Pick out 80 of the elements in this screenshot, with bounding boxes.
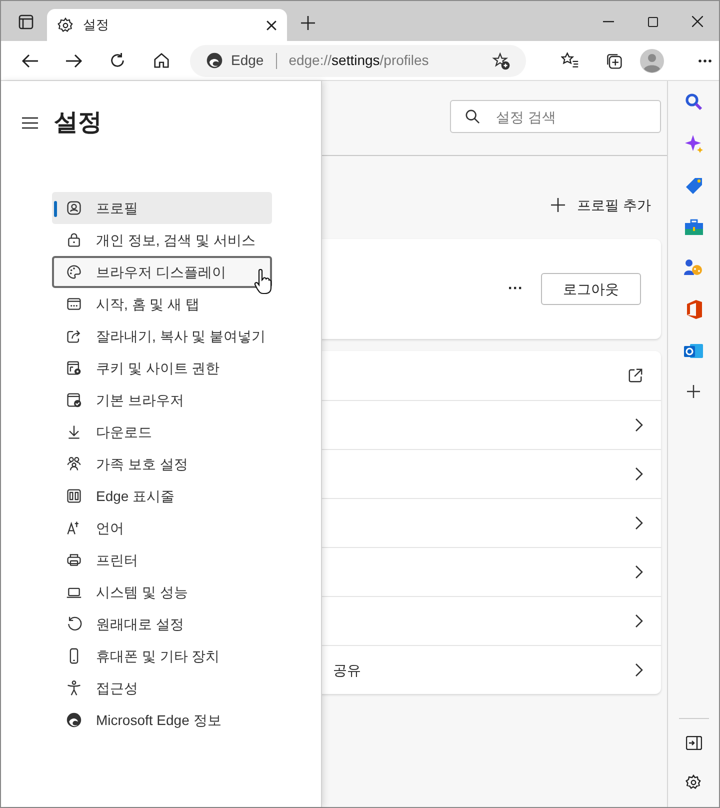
mail-app-icon[interactable] (684, 342, 703, 360)
nav-item[interactable]: 원래대로 설정 (52, 608, 272, 640)
office-logo-icon[interactable] (686, 300, 702, 319)
chevron-right-icon[interactable] (635, 614, 643, 628)
avatar-icon[interactable] (640, 48, 664, 72)
chevron-right-icon[interactable] (635, 516, 643, 530)
chevron-right-icon[interactable] (635, 418, 643, 432)
window-check-icon (66, 392, 82, 408)
printer-icon (66, 552, 82, 568)
chevron-right-icon[interactable] (635, 565, 643, 579)
lock-icon (66, 232, 82, 248)
home-icon[interactable] (153, 52, 170, 69)
window-gear-icon (66, 360, 82, 376)
external-link-icon[interactable] (628, 368, 643, 383)
nav-item[interactable]: 개인 정보, 검색 및 서비스 (52, 224, 272, 256)
toolbox-icon[interactable] (684, 219, 702, 235)
sparkle-icon[interactable] (684, 135, 702, 153)
close-icon[interactable] (266, 20, 277, 30)
drawer-title: 설정 (54, 108, 102, 138)
new-tab-icon[interactable] (300, 15, 316, 31)
favorites-icon[interactable] (561, 52, 579, 69)
settings-icon[interactable] (685, 774, 702, 791)
download-icon (66, 424, 82, 440)
row-label: 공유 (333, 660, 361, 680)
nav-item[interactable]: 쿠키 및 사이트 권한 (52, 352, 272, 384)
search-icon[interactable] (684, 93, 702, 111)
chevron-right-icon[interactable] (635, 663, 643, 677)
settings-icon (57, 16, 74, 34)
people-game-icon[interactable] (684, 259, 703, 276)
share-icon (66, 328, 82, 344)
forward-icon[interactable] (65, 52, 83, 68)
minimize-icon[interactable] (603, 21, 614, 23)
nav-item[interactable]: 프로필 (52, 192, 272, 224)
tab-title: 설정 (83, 16, 110, 34)
nav-item[interactable]: 휴대폰 및 기타 장치 (52, 640, 272, 672)
maximize-icon[interactable] (648, 17, 658, 27)
sidebar-toggle-icon[interactable] (686, 736, 702, 750)
tab-actions-icon[interactable] (18, 14, 34, 30)
nav-item[interactable]: 프린터 (52, 544, 272, 576)
nav-item[interactable]: 기본 브라우저 (52, 384, 272, 416)
nav-item[interactable]: 가족 보호 설정 (52, 448, 272, 480)
nav-item[interactable]: 브라우저 디스플레이 (52, 256, 272, 288)
nav-item[interactable]: Edge 표시줄 (52, 480, 272, 512)
accessibility-icon (66, 680, 82, 696)
plus-icon (551, 198, 566, 212)
chevron-right-icon[interactable] (635, 467, 643, 481)
window-icon (66, 296, 82, 312)
family-icon (66, 456, 82, 472)
nav-item[interactable]: 시작, 홈 및 새 탭 (52, 288, 272, 320)
profile-icon (66, 200, 82, 216)
palette-icon (66, 264, 82, 280)
hand-cursor-icon (254, 269, 272, 295)
swirl-logo-icon (206, 52, 223, 69)
sign-out-button[interactable]: 로그아웃 (541, 273, 641, 305)
favorite-add-icon[interactable] (492, 52, 510, 70)
swirl-logo-icon (66, 712, 82, 728)
search-field[interactable]: 설정 검색 (450, 100, 661, 133)
nav-item[interactable]: 잘라내기, 복사 및 붙여넣기 (52, 320, 272, 352)
close-icon[interactable] (692, 16, 703, 27)
nav-item[interactable]: 시스템 및 성능 (52, 576, 272, 608)
browser-tab[interactable]: 설정 (47, 9, 287, 41)
collections-icon[interactable] (605, 52, 623, 70)
nav-item[interactable]: 접근성 (52, 672, 272, 704)
search-icon (465, 109, 480, 124)
address-bar[interactable]: Edge edge://settings/profiles (190, 44, 526, 76)
nav-item[interactable]: 언어 (52, 512, 272, 544)
add-profile-button[interactable]: 프로필 추가 (551, 193, 651, 217)
site-label: Edge (231, 51, 264, 70)
sidebar-panel-icon (66, 488, 82, 504)
nav-item[interactable]: Microsoft Edge 정보 (52, 704, 272, 736)
tag-icon[interactable] (684, 177, 702, 195)
url-text: edge://settings/profiles (288, 51, 430, 70)
add-icon[interactable] (687, 385, 700, 398)
back-icon[interactable] (21, 52, 39, 68)
more-icon[interactable] (698, 58, 712, 62)
nav-item[interactable]: 다운로드 (52, 416, 272, 448)
refresh-icon[interactable] (109, 52, 126, 69)
more-button[interactable]: ··· (508, 278, 523, 300)
reset-icon (66, 616, 82, 632)
menu-icon[interactable] (22, 117, 38, 129)
